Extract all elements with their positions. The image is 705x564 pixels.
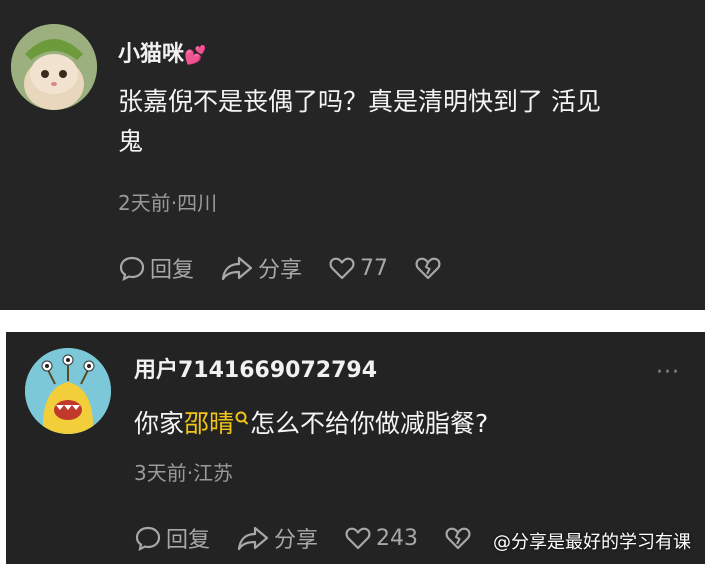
like-count: 77 [360,255,389,281]
comment-text-after: 怎么不给你做减脂餐? [250,409,489,438]
broken-heart-icon [445,527,471,550]
share-label: 分享 [258,258,303,283]
like-count: 243 [376,525,419,551]
heart-icon [345,527,371,550]
like-button[interactable]: 77 [328,254,388,282]
reply-label: 回复 [150,258,195,283]
more-options-button[interactable]: ··· [656,360,680,385]
comment-text-before: 你家 [134,409,185,438]
avatar[interactable] [25,348,111,434]
dislike-button[interactable] [444,524,476,552]
reply-button[interactable]: 回复 [118,252,194,284]
comment-card-1: 小猫咪💕 张嘉倪不是丧偶了吗？真是清明快到了 活见 鬼 2天前·四川 回复 分享… [0,0,705,310]
username[interactable]: 小猫咪💕 [118,36,206,68]
share-button[interactable]: 分享 [220,252,302,284]
avatar[interactable] [11,24,97,110]
highlight-link[interactable]: 邵晴 [184,409,234,438]
comment-line-1: 张嘉倪不是丧偶了吗？真是清明快到了 活见 [118,87,601,116]
timestamp-location: 3天前·江苏 [134,461,234,485]
watermark: @分享是最好的学习有课 [493,532,691,553]
heart-icon [329,257,355,280]
share-icon [221,256,253,281]
share-button[interactable]: 分享 [236,522,318,554]
username[interactable]: 用户7141669072794 [134,352,377,384]
share-label: 分享 [274,528,319,553]
username-text: 用户7141669072794 [134,358,377,383]
action-bar: 回复 分享 77 [118,252,472,284]
reply-label: 回复 [166,528,211,553]
action-bar: 回复 分享 243 [134,522,502,554]
username-text: 小猫咪 [118,42,185,67]
broken-heart-icon [415,257,441,280]
reply-icon [135,526,161,552]
search-icon[interactable] [234,410,250,428]
reply-icon [119,256,145,282]
heart-emoji-icon: 💕 [184,45,207,66]
comment-text: 张嘉倪不是丧偶了吗？真是清明快到了 活见 鬼 [118,82,688,162]
dislike-button[interactable] [414,254,446,282]
comment-text: 你家邵晴 怎么不给你做减脂餐? [134,404,694,444]
reply-button[interactable]: 回复 [134,522,210,554]
comment-line-2: 鬼 [118,127,144,156]
share-icon [237,526,269,551]
timestamp-location: 2天前·四川 [118,191,218,215]
like-button[interactable]: 243 [344,524,418,552]
